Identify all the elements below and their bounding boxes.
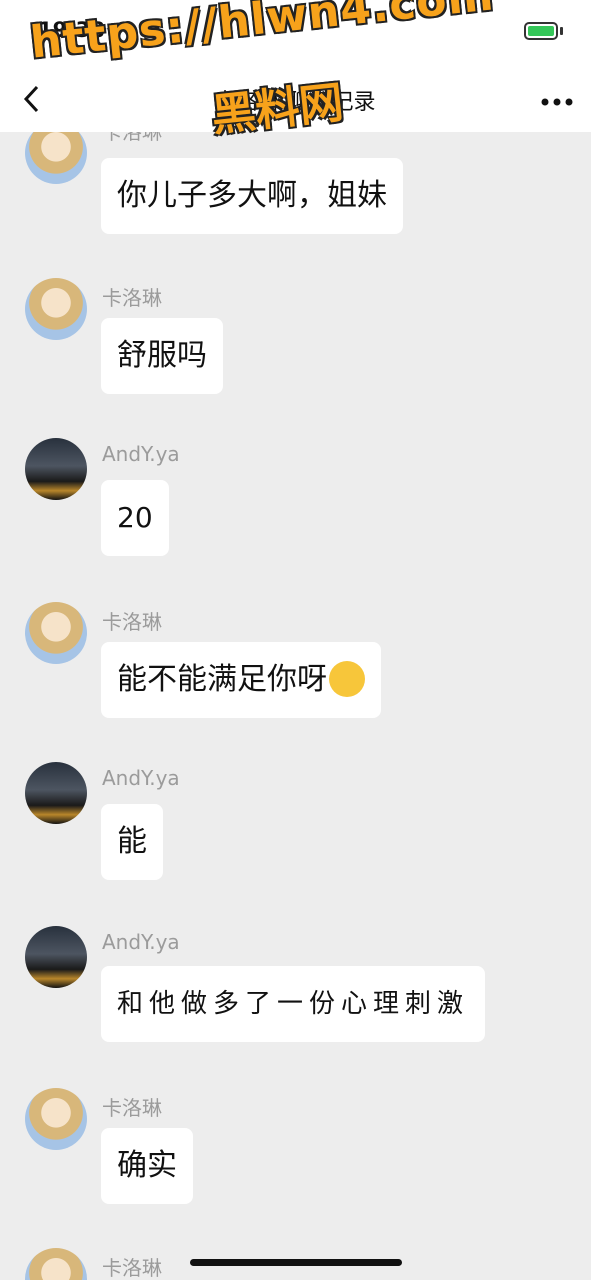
chat-history[interactable]: 卡洛琳 你儿子多大啊，姐妹 卡洛琳 舒服吗 AndY.ya 20 卡洛琳 能不能… [0, 132, 591, 1280]
message-bubble[interactable]: 确实 [101, 1128, 193, 1204]
battery-icon [524, 22, 558, 40]
sender-name: AndY.ya [102, 442, 180, 466]
chevron-left-icon[interactable] [22, 84, 40, 118]
sender-name: 卡洛琳 [102, 132, 162, 144]
avatar[interactable] [25, 438, 87, 500]
sender-name: AndY.ya [102, 930, 180, 954]
sender-name: 卡洛琳 [102, 1256, 162, 1280]
sender-name: 卡洛琳 [102, 286, 162, 310]
avatar[interactable] [25, 132, 87, 184]
message-bubble[interactable]: 能不能满足你呀 [101, 642, 381, 718]
message-bubble[interactable]: 能 [101, 804, 163, 880]
avatar[interactable] [25, 762, 87, 824]
home-indicator[interactable] [190, 1259, 402, 1266]
message-text: 能不能满足你呀 [117, 662, 327, 697]
avatar[interactable] [25, 1248, 87, 1280]
message-bubble[interactable]: 和他做多了一份心理刺激 [101, 966, 486, 1042]
avatar[interactable] [25, 602, 87, 664]
more-dots-icon[interactable] [541, 92, 573, 111]
avatar[interactable] [25, 926, 87, 988]
sender-name: 卡洛琳 [102, 610, 162, 634]
message-bubble[interactable]: 舒服吗 [101, 318, 223, 394]
grinning-emoji-icon [329, 660, 365, 697]
avatar[interactable] [25, 278, 87, 340]
message-bubble[interactable]: 你儿子多大啊，姐妹 [101, 158, 403, 234]
sender-name: AndY.ya [102, 766, 180, 790]
message-bubble[interactable]: 20 [101, 480, 169, 556]
sender-name: 卡洛琳 [102, 1096, 162, 1120]
battery-cap [560, 27, 563, 35]
avatar[interactable] [25, 1088, 87, 1150]
